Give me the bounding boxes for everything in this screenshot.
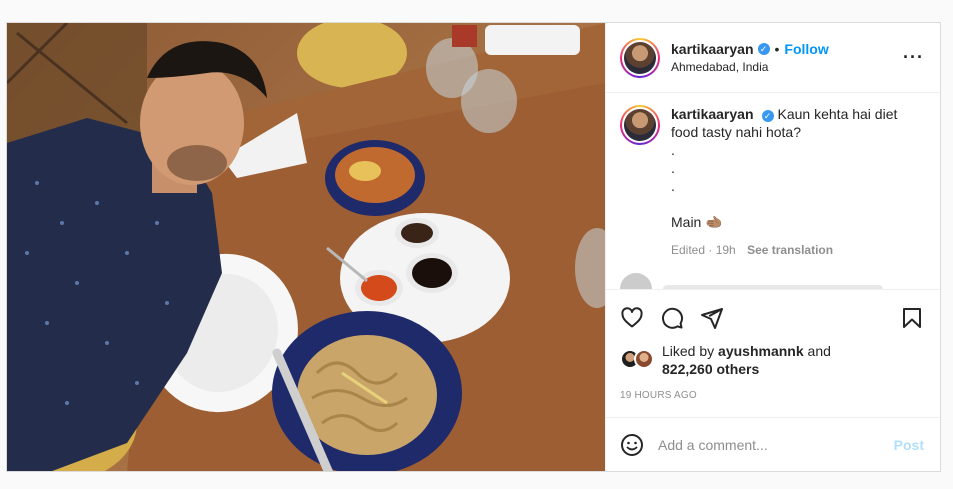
add-comment-bar: Post <box>606 417 940 471</box>
separator-dot: • <box>774 41 780 57</box>
caption-line: . <box>671 142 675 158</box>
post-sidebar: kartikaaryan ✓ • Follow Ahmedabad, India… <box>605 23 940 471</box>
verified-badge-icon: ✓ <box>757 43 770 55</box>
avatar <box>620 273 652 289</box>
likes-summary: Liked by ayushmannk and 822,260 others <box>620 342 924 378</box>
liker-avatars[interactable] <box>620 349 656 371</box>
likes-count[interactable]: 822,260 others <box>662 361 759 377</box>
caption-avatar[interactable] <box>620 105 660 145</box>
author-username[interactable]: kartikaaryan <box>671 41 754 57</box>
bookmark-icon[interactable] <box>900 306 924 330</box>
post-timestamp[interactable]: 19 HOURS AGO <box>620 390 924 417</box>
avatar-image <box>624 109 656 141</box>
heart-icon[interactable] <box>620 306 644 330</box>
emoji-icon[interactable] <box>620 433 644 457</box>
share-icon[interactable] <box>700 306 724 330</box>
post-actions: Liked by ayushmannk and 822,260 others 1… <box>606 289 940 417</box>
selfie-photo-illustration <box>7 23 605 471</box>
instagram-post: kartikaaryan ✓ • Follow Ahmedabad, India… <box>6 22 941 472</box>
follow-button[interactable]: Follow <box>784 41 828 57</box>
verified-badge-icon: ✓ <box>761 110 774 122</box>
caption-last-line: Main 🫲🏽 <box>671 214 723 230</box>
liker-username[interactable]: ayushmannk <box>718 343 804 359</box>
caption-line: . <box>671 178 675 194</box>
caption-line: . <box>671 160 675 176</box>
caption-username[interactable]: kartikaaryan <box>671 106 754 122</box>
caption: kartikaaryan ✓ Kaun kehta hai diet food ta… <box>620 105 924 259</box>
comment-icon[interactable] <box>660 306 684 330</box>
comment-text-placeholder <box>663 285 883 289</box>
post-location[interactable]: Ahmedabad, India <box>671 60 903 74</box>
see-translation-link[interactable]: See translation <box>747 243 833 257</box>
likes-and: and <box>807 343 831 359</box>
avatar-image <box>624 41 656 74</box>
likes-prefix: Liked by <box>662 343 715 359</box>
comments-section: kartikaaryan ✓ Kaun kehta hai diet food ta… <box>606 93 940 289</box>
edited-timestamp: Edited · 19h <box>671 243 736 257</box>
next-comment-preview <box>620 273 924 289</box>
post-comment-button[interactable]: Post <box>894 437 924 453</box>
more-options-icon[interactable]: ··· <box>903 47 924 68</box>
author-avatar[interactable] <box>620 37 660 78</box>
post-header: kartikaaryan ✓ • Follow Ahmedabad, India… <box>606 23 940 93</box>
post-photo[interactable] <box>7 23 605 471</box>
comment-input[interactable] <box>658 436 894 453</box>
